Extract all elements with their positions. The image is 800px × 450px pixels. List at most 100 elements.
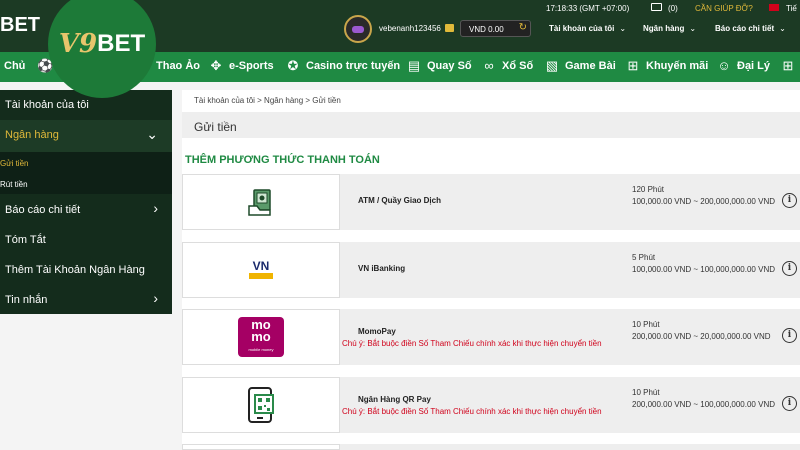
chevron-down-icon: ⌄ [619, 24, 627, 33]
method-time: 10 Phút [632, 320, 660, 329]
chevron-right-icon: › [153, 290, 158, 306]
sidebar-item-label: Thêm Tài Khoản Ngân Hàng [5, 264, 145, 276]
sidebar-item-summary[interactable]: Tóm Tắt [0, 226, 172, 256]
wallet-icon [445, 24, 454, 32]
method-logo-box: VN [182, 242, 340, 298]
momo-logo-bottom: mo [251, 328, 271, 344]
brand-fragment: BET [0, 14, 40, 36]
page-title-bar [182, 112, 800, 138]
clock: 17:18:33 (GMT +07:00) [546, 4, 630, 13]
payment-method-qr-pay[interactable]: Ngân Hàng QR Pay Chú ý: Bắt buộc điền Số… [182, 377, 800, 433]
payment-method-atm[interactable]: ATM / Quầy Giao Dịch 120 Phút 100,000.00… [182, 174, 800, 230]
method-range: 100,000.00 VND ~ 100,000,000.00 VND [632, 265, 775, 274]
method-name: MomoPay [358, 327, 396, 336]
method-logo-box [182, 444, 340, 450]
nav-item-agent[interactable]: Đại Lý [737, 60, 770, 72]
method-time: 10 Phút [632, 388, 660, 397]
vn-ibanking-logo-text: VN [252, 259, 270, 273]
sidebar-item-label: Ngân hàng [5, 129, 59, 141]
cards-icon: ▧ [545, 58, 559, 73]
method-name: Ngân Hàng QR Pay [358, 395, 431, 404]
header-menu-account-label: Tài khoản của tôi [549, 24, 615, 33]
mail-count: (0) [668, 4, 678, 13]
method-name: ATM / Quầy Giao Dịch [358, 196, 441, 205]
vietnam-flag-icon[interactable] [769, 4, 779, 11]
help-link[interactable]: CẦN GIÚP ĐỠ? [695, 4, 753, 13]
sidebar-subitem-withdraw[interactable]: Rút tiền [0, 180, 28, 189]
user-avatar[interactable] [344, 15, 372, 43]
username: vebenanh123456 [379, 24, 441, 33]
sidebar-item-label: Tóm Tắt [5, 234, 46, 246]
page-title: Gửi tiền [194, 120, 237, 134]
header-menu-banking-label: Ngân hàng [643, 24, 685, 33]
chevron-right-icon: › [153, 200, 158, 216]
refresh-icon[interactable]: ↻ [519, 22, 527, 33]
sidebar-item-messages[interactable]: Tin nhắn › [0, 286, 172, 314]
sidebar-item-banking[interactable]: Ngân hàng ⌄ [0, 120, 172, 152]
cash-atm-icon [248, 189, 271, 216]
method-logo-box [182, 174, 340, 230]
momo-logo: mo mo mobile money [238, 317, 284, 357]
method-limits: 10 Phút 200,000.00 VND ~ 100,000,000.00 … [632, 387, 782, 411]
header-menu-banking[interactable]: Ngân hàng ⌄ [643, 24, 696, 33]
info-icon[interactable]: i [782, 396, 797, 411]
balance-display[interactable]: VND 0.00 ↻ [460, 20, 531, 37]
method-range: 200,000.00 VND ~ 20,000,000.00 VND [632, 332, 771, 341]
method-limits: 5 Phút 100,000.00 VND ~ 100,000,000.00 V… [632, 252, 782, 276]
method-logo-box: mo mo mobile money [182, 309, 340, 365]
qr-phone-icon [248, 387, 274, 423]
momo-logo-tagline: mobile money [248, 346, 274, 352]
method-note: Chú ý: Bắt buộc điền Số Tham Chiếu chính… [342, 407, 602, 416]
nav-item-home[interactable]: Chủ [4, 60, 25, 72]
vn-ibanking-logo-bar [249, 273, 273, 279]
nav-item-casino[interactable]: Casino trực tuyến [306, 60, 400, 72]
account-sidebar: Tài khoản của tôi Ngân hàng ⌄ Gửi tiền R… [0, 90, 172, 314]
casino-chip-icon: ✪ [287, 58, 299, 73]
method-range: 200,000.00 VND ~ 100,000,000.00 VND [632, 400, 775, 409]
info-icon[interactable]: i [782, 193, 797, 208]
sidebar-item-label: Tin nhắn [5, 294, 48, 306]
payment-method-momopay[interactable]: mo mo mobile money MomoPay Chú ý: Bắt bu… [182, 309, 800, 365]
chevron-down-icon: ⌄ [689, 24, 697, 33]
method-limits: 120 Phút 100,000.00 VND ~ 200,000,000.00… [632, 184, 782, 208]
method-name: VN iBanking [358, 264, 406, 273]
banking-submenu: Gửi tiền Rút tiền [0, 152, 172, 194]
chevron-down-icon: ⌄ [779, 24, 786, 33]
header-menu-reports-label: Báo cáo chi tiết [715, 24, 775, 33]
nav-item-virtual-sports[interactable]: Thao Ảo [156, 60, 200, 72]
lottery-balls-icon: ∞ [484, 58, 494, 73]
method-note: Chú ý: Bắt buộc điền Số Tham Chiếu chính… [342, 339, 602, 348]
header-menu-reports[interactable]: Báo cáo chi tiết ⌄ [715, 24, 786, 33]
nav-item-number-game[interactable]: Quay Số [427, 60, 472, 72]
header-menu-account[interactable]: Tài khoản của tôi ⌄ [549, 24, 626, 33]
payment-method-vn-ibanking[interactable]: VN VN iBanking 5 Phút 100,000.00 VND ~ 1… [182, 242, 800, 298]
sidebar-subitem-deposit[interactable]: Gửi tiền [0, 159, 28, 168]
logo-bet: BET [97, 30, 146, 57]
method-time: 120 Phút [632, 185, 665, 194]
method-limits: 10 Phút 200,000.00 VND ~ 20,000,000.00 V… [632, 319, 782, 343]
breadcrumb: Tài khoản của tôi > Ngân hàng > Gửi tiền [194, 96, 341, 105]
nav-item-lottery[interactable]: Xổ Số [502, 60, 533, 72]
mail-icon[interactable] [651, 3, 662, 11]
info-icon[interactable]: i [782, 261, 797, 276]
language-selector[interactable]: Tiế [786, 4, 797, 13]
more-icon[interactable]: ⊞ [780, 58, 796, 74]
info-icon[interactable]: i [782, 328, 797, 343]
sidebar-item-add-bank-account[interactable]: Thêm Tài Khoản Ngân Hàng [0, 256, 172, 286]
gamepad-icon: ✥ [210, 58, 222, 73]
sidebar-item-reports[interactable]: Báo cáo chi tiết › [0, 196, 172, 226]
nav-item-promotions[interactable]: Khuyến mãi [646, 60, 708, 72]
agent-icon: ☺ [717, 58, 731, 73]
gift-icon: ⊞ [627, 58, 639, 73]
nav-item-esports[interactable]: e-Sports [229, 60, 274, 72]
avatar-mask-icon [352, 25, 364, 33]
method-logo-box [182, 377, 340, 433]
nav-item-card-games[interactable]: Game Bài [565, 60, 616, 72]
logo-v9: V9 [58, 29, 98, 59]
method-time: 5 Phút [632, 253, 656, 262]
balance-value: VND 0.00 [469, 25, 504, 34]
lottery-ticket-icon: ▤ [407, 58, 421, 73]
method-range: 100,000.00 VND ~ 200,000,000.00 VND [632, 197, 775, 206]
v9bet-logo[interactable]: V9 BET [48, 0, 156, 98]
chevron-down-icon: ⌄ [146, 126, 158, 142]
